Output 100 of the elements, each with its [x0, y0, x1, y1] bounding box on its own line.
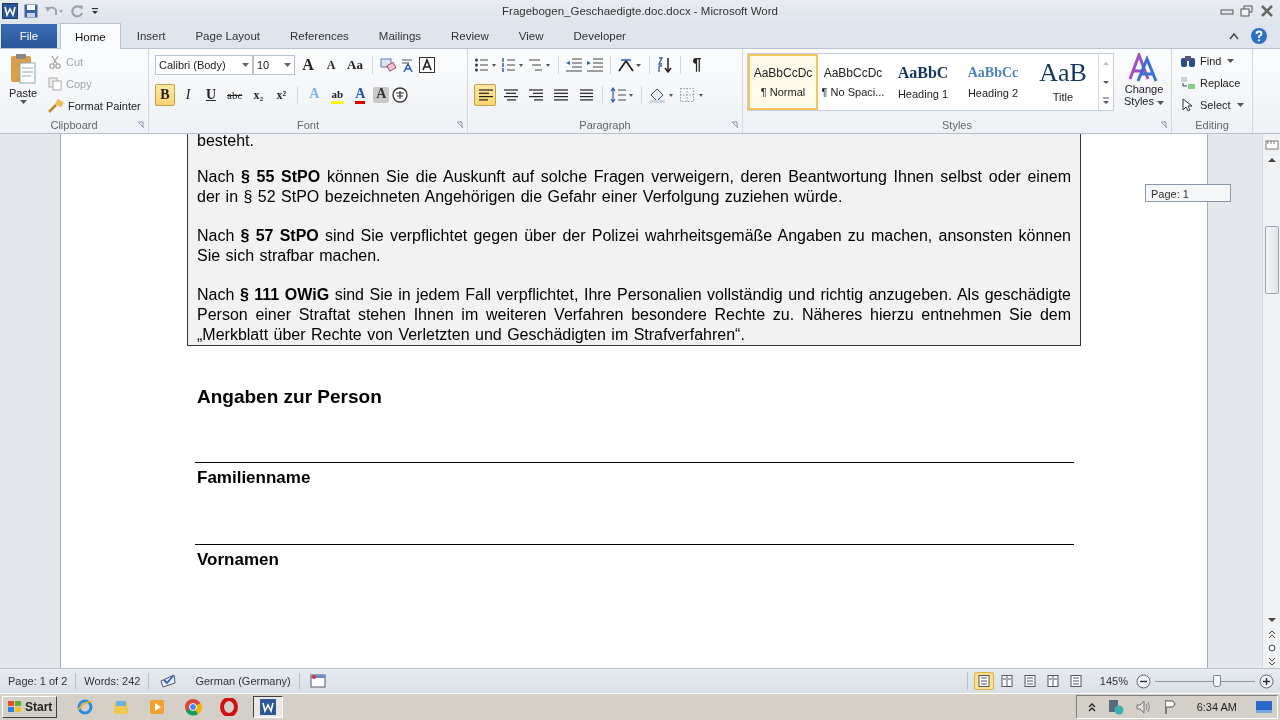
- proofing-icon[interactable]: [159, 673, 178, 689]
- minimize-icon[interactable]: [1220, 6, 1234, 16]
- font-name-field[interactable]: Calibri (Body): [155, 55, 253, 75]
- highlight-button[interactable]: ab: [327, 84, 348, 106]
- ribbon-tab[interactable]: File: [1, 24, 57, 48]
- help-icon[interactable]: [1250, 27, 1268, 45]
- shading-icon[interactable]: [648, 87, 676, 103]
- show-formatting-marks-button[interactable]: ¶: [687, 54, 707, 76]
- painter-button[interactable]: Format Painter: [46, 96, 143, 116]
- strike-button[interactable]: abc: [224, 84, 246, 106]
- enclose-characters-icon[interactable]: [392, 87, 409, 103]
- word-icon[interactable]: [2, 3, 18, 19]
- zoom-level[interactable]: 145%: [1099, 675, 1128, 687]
- macro-recording-icon[interactable]: [309, 673, 326, 689]
- dialog-launcher-icon[interactable]: [137, 121, 145, 129]
- scrollbar-thumb[interactable]: [1264, 226, 1279, 294]
- find-button[interactable]: Find: [1178, 51, 1246, 71]
- ribbon-tab[interactable]: Insert: [122, 24, 180, 48]
- sup-button[interactable]: x²: [271, 84, 292, 106]
- restore-icon[interactable]: [1240, 5, 1254, 17]
- ribbon-tab[interactable]: View: [504, 24, 558, 48]
- scissors-icon: [48, 55, 62, 69]
- align-right-icon: [527, 88, 543, 102]
- ribbon-tab[interactable]: Mailings: [364, 24, 436, 48]
- align-left-button[interactable]: [474, 84, 496, 106]
- paintbrush-icon: [48, 99, 64, 113]
- group-label: Styles: [942, 119, 972, 131]
- decrease-indent-icon[interactable]: [565, 57, 583, 73]
- close-icon[interactable]: [1260, 5, 1274, 17]
- zoom-slider-thumb[interactable]: [1213, 674, 1221, 687]
- style-option[interactable]: AaBbCcDc ¶ Normal: [748, 54, 818, 110]
- collapse-ribbon-icon[interactable]: [1228, 31, 1240, 41]
- style-option[interactable]: AaBbCcDc ¶ No Spaci...: [818, 54, 888, 110]
- clipboard-icon: [9, 52, 37, 86]
- character-border-icon[interactable]: [418, 57, 435, 73]
- bullets-icon[interactable]: [474, 57, 498, 73]
- clock[interactable]: 6:34 AM: [1196, 701, 1237, 713]
- more-icon[interactable]: [1101, 96, 1111, 105]
- replace-button[interactable]: Replace: [1178, 73, 1246, 93]
- caret-icon: [19, 100, 27, 104]
- grow-font-button[interactable]: A: [298, 54, 318, 76]
- align-center-icon: [502, 88, 518, 102]
- underline-button[interactable]: U: [201, 84, 221, 106]
- folder-icon: [112, 698, 131, 716]
- language-indicator[interactable]: German (Germany): [187, 673, 300, 689]
- text-direction-icon[interactable]: [617, 57, 643, 73]
- align-left-icon: [477, 88, 493, 102]
- dialog-launcher-icon[interactable]: [1160, 121, 1168, 129]
- clear-formatting-icon[interactable]: [378, 57, 397, 73]
- zoom-out-icon[interactable]: [1136, 673, 1151, 689]
- italic-button[interactable]: I: [178, 84, 198, 106]
- dialog-launcher-icon[interactable]: [731, 121, 739, 129]
- style-option[interactable]: AaB Title: [1028, 54, 1098, 110]
- line-spacing-icon[interactable]: [609, 87, 635, 103]
- ribbon-tab[interactable]: References: [276, 24, 363, 48]
- copy-icon: [48, 77, 62, 91]
- font-color-button[interactable]: A: [350, 84, 371, 106]
- change-styles-icon: [1128, 53, 1160, 83]
- group-label: Paragraph: [579, 119, 631, 131]
- ribbon-tab[interactable]: Home: [60, 23, 121, 49]
- group-label: Font: [297, 119, 319, 131]
- style-option[interactable]: AaBbC Heading 1: [888, 54, 958, 110]
- ribbon-tab[interactable]: Review: [437, 24, 503, 48]
- bold-button[interactable]: B: [155, 84, 175, 106]
- start-button[interactable]: Start: [2, 696, 58, 718]
- select-button[interactable]: Select: [1178, 95, 1246, 115]
- dialog-launcher-icon[interactable]: [456, 121, 464, 129]
- section-heading: Angaben zur Person: [197, 386, 383, 408]
- paste-button[interactable]: Paste: [4, 52, 42, 117]
- show-hidden-icons-icon[interactable]: [1086, 701, 1097, 713]
- ribbon-tab[interactable]: Developer: [559, 24, 640, 48]
- page-count[interactable]: Page: 1 of 2: [0, 673, 77, 689]
- ribbon-tab[interactable]: Page Layout: [181, 24, 275, 48]
- word-count[interactable]: Words: 242: [76, 673, 150, 689]
- taskbar-button[interactable]: [253, 696, 284, 718]
- sort-icon[interactable]: [656, 57, 674, 73]
- font-size-field[interactable]: 10: [253, 55, 295, 75]
- network-icon[interactable]: [1106, 699, 1125, 715]
- document-icon: [259, 698, 278, 716]
- character-shading-button[interactable]: A: [373, 87, 390, 103]
- save-icon[interactable]: [24, 4, 38, 18]
- paragraph: Nach § 55 StPO können Sie die Auskunft auf solche Fragen verweigern, deren Beantwortung Ihnen selbst oder einem der in § 52 StPO bezeichneten Angehörigen die Gefahr einer Verfolgung zuziehen würde.: [197, 167, 1071, 207]
- shrink-font-button[interactable]: A: [321, 54, 341, 76]
- paragraph: Nach § 111 OWiG sind Sie in jedem Fall verpflichtet, Ihre Personalien vollständig und richtig anzugeben. Als geschädigte Person einer Straftat stehen Ihnen im weiteren Verfahren besondere Rechte zu. Näheres hierzu entnehmen Sie dem „Merkblatt über Rechte von Verletzten und Geschädigten im Strafverfahren“.: [197, 285, 1071, 345]
- view-button[interactable]: [973, 672, 994, 690]
- zoom-in-icon[interactable]: [1259, 673, 1274, 689]
- increase-indent-icon[interactable]: [586, 57, 604, 73]
- caret-icon: [1236, 103, 1244, 107]
- multilevel-list-icon[interactable]: [528, 57, 552, 73]
- change-case-button[interactable]: Aa: [344, 54, 366, 76]
- sub-button[interactable]: x₂: [248, 84, 269, 106]
- change-styles-button[interactable]: Change Styles: [1120, 53, 1168, 117]
- numbering-icon[interactable]: [501, 57, 525, 73]
- phonetic-guide-icon[interactable]: [399, 57, 416, 73]
- page-view-icon: [1045, 674, 1060, 688]
- scroll-down-icon[interactable]: [1101, 78, 1111, 86]
- volume-icon[interactable]: [1134, 699, 1153, 715]
- show-desktop-icon[interactable]: [1255, 700, 1273, 714]
- style-option[interactable]: AaBbCc Heading 2: [958, 54, 1028, 110]
- globe-icon: [76, 698, 95, 716]
